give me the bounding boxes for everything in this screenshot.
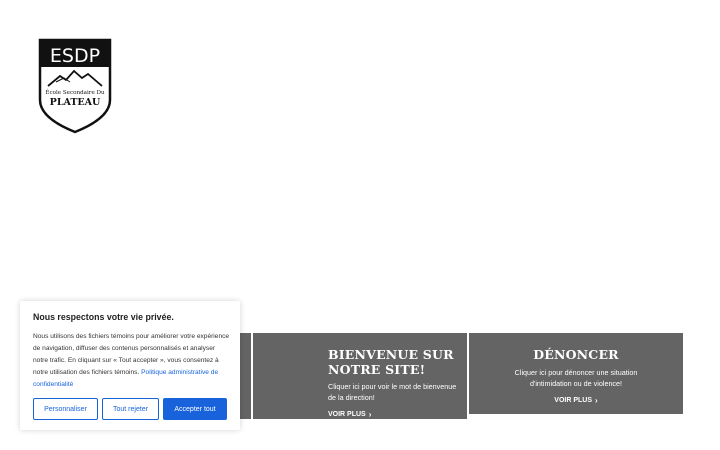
consent-title: Nous respectons votre vie privée.: [33, 312, 174, 322]
reject-all-button[interactable]: Tout rejeter: [102, 398, 159, 420]
logo-top-text: ESDP: [50, 45, 100, 67]
welcome-card-text: Cliquer ici pour voir le mot de bienvenu…: [328, 382, 457, 402]
logo-line-1: École Secondaire Du: [45, 88, 105, 96]
accept-all-button[interactable]: Accepter tout: [163, 398, 227, 420]
chevron-right-icon: ›: [368, 410, 372, 419]
customize-button[interactable]: Personnaliser: [33, 398, 98, 420]
consent-body: Nous utilisons des fichiers témoins pour…: [33, 331, 231, 391]
welcome-card[interactable]: BIENVENUE SUR NOTRE SITE! Cliquer ici po…: [253, 333, 467, 419]
report-see-more-link[interactable]: VOIR PLUS ›: [554, 396, 597, 406]
welcome-card-content: BIENVENUE SUR NOTRE SITE! Cliquer ici po…: [328, 347, 464, 421]
report-card[interactable]: DÉNONCER Cliquer ici pour dénoncer une s…: [469, 333, 683, 414]
school-logo[interactable]: ESDP École Secondaire Du PLATEAU: [38, 38, 112, 134]
school-crest-icon: ESDP École Secondaire Du PLATEAU: [38, 38, 112, 134]
logo-line-2: PLATEAU: [50, 97, 101, 108]
report-see-more-label: VOIR PLUS: [554, 397, 593, 404]
cookie-consent-banner: Nous respectons votre vie privée. Nous u…: [20, 301, 240, 430]
report-card-text: Cliquer ici pour dénoncer une situation …: [514, 368, 638, 388]
page: ESDP École Secondaire Du PLATEAU BIENVEN…: [0, 0, 720, 450]
welcome-card-title: BIENVENUE SUR NOTRE SITE!: [328, 347, 454, 377]
chevron-right-icon: ›: [595, 396, 598, 405]
report-card-content: DÉNONCER Cliquer ici pour dénoncer une s…: [469, 347, 683, 407]
welcome-see-more-label: VOIR PLUS: [328, 411, 366, 418]
report-card-title: DÉNONCER: [533, 347, 619, 362]
welcome-see-more-link[interactable]: VOIR PLUS ›: [328, 410, 371, 420]
